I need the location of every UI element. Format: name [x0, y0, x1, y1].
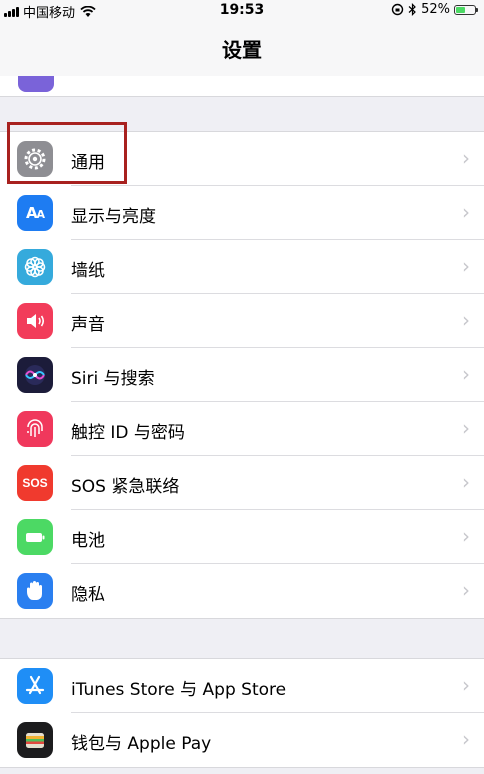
settings-row-1-1[interactable]: 钱包与 Apple Pay › [0, 713, 484, 767]
partial-row[interactable] [0, 76, 484, 97]
settings-row-0-6[interactable]: SOS SOS 紧急联络 › [0, 456, 484, 510]
settings-row-0-3[interactable]: 声音 › [0, 294, 484, 348]
settings-row-label: 墙纸 [71, 261, 105, 281]
settings-row-label: 显示与亮度 [71, 207, 156, 227]
chevron-right-icon: › [462, 200, 470, 224]
settings-row-label: Siri 与搜索 [71, 369, 155, 389]
settings-row-label: SOS 紧急联络 [71, 477, 180, 497]
hand-icon [17, 573, 53, 609]
wallpaper-flower-icon [17, 249, 53, 285]
chevron-right-icon: › [462, 362, 470, 386]
settings-row-1-0[interactable]: iTunes Store 与 App Store › [0, 659, 484, 713]
settings-row-label: 通用 [71, 153, 105, 173]
settings-row-label: 钱包与 Apple Pay [71, 734, 212, 754]
settings-row-label: iTunes Store 与 App Store [71, 680, 287, 700]
chevron-right-icon: › [462, 416, 470, 440]
chevron-right-icon: › [462, 308, 470, 332]
fingerprint-icon [17, 411, 53, 447]
battery-percent: 52% [421, 2, 450, 17]
chevron-right-icon: › [462, 673, 470, 697]
battery-app-icon [17, 519, 53, 555]
wallet-icon [17, 722, 53, 758]
settings-row-0-5[interactable]: 触控 ID 与密码 › [0, 402, 484, 456]
settings-row-0-1[interactable]: AA 显示与亮度 › [0, 186, 484, 240]
chevron-right-icon: › [462, 254, 470, 278]
chevron-right-icon: › [462, 524, 470, 548]
settings-row-label: 隐私 [71, 585, 105, 605]
settings-row-label: 声音 [71, 315, 105, 335]
settings-group-2: iTunes Store 与 App Store › 钱包与 Apple Pay › [0, 658, 484, 768]
chevron-right-icon: › [462, 578, 470, 602]
nav-bar: 设置 [0, 20, 484, 97]
settings-row-0-0[interactable]: 通用 › [0, 132, 484, 186]
bluetooth-icon [408, 3, 416, 16]
speaker-icon [17, 303, 53, 339]
display-icon: AA [17, 195, 53, 231]
chevron-right-icon: › [462, 470, 470, 494]
gear-icon [17, 141, 53, 177]
chevron-right-icon: › [462, 727, 470, 751]
app-store-icon [17, 668, 53, 704]
page-title: 设置 [222, 38, 262, 62]
partial-app-icon [18, 76, 54, 92]
status-bar: 中国移动 19:53 52% [0, 0, 484, 21]
settings-row-label: 电池 [71, 531, 105, 551]
settings-row-0-4[interactable]: Siri 与搜索 › [0, 348, 484, 402]
battery-icon [454, 4, 478, 15]
rotation-lock-icon [391, 3, 404, 16]
battery-fill [456, 6, 466, 13]
chevron-right-icon: › [462, 146, 470, 170]
settings-group-1: 通用 › AA 显示与亮度 › 墙纸 › 声音 › Siri 与搜索 › 触控 ID 与密码 › SOS S… [0, 131, 484, 619]
sos-icon: SOS [17, 465, 53, 501]
settings-row-0-7[interactable]: 电池 › [0, 510, 484, 564]
settings-row-label: 触控 ID 与密码 [71, 423, 185, 443]
status-right: 52% [391, 2, 478, 17]
settings-row-0-2[interactable]: 墙纸 › [0, 240, 484, 294]
settings-row-0-8[interactable]: 隐私 › [0, 564, 484, 618]
siri-icon [17, 357, 53, 393]
